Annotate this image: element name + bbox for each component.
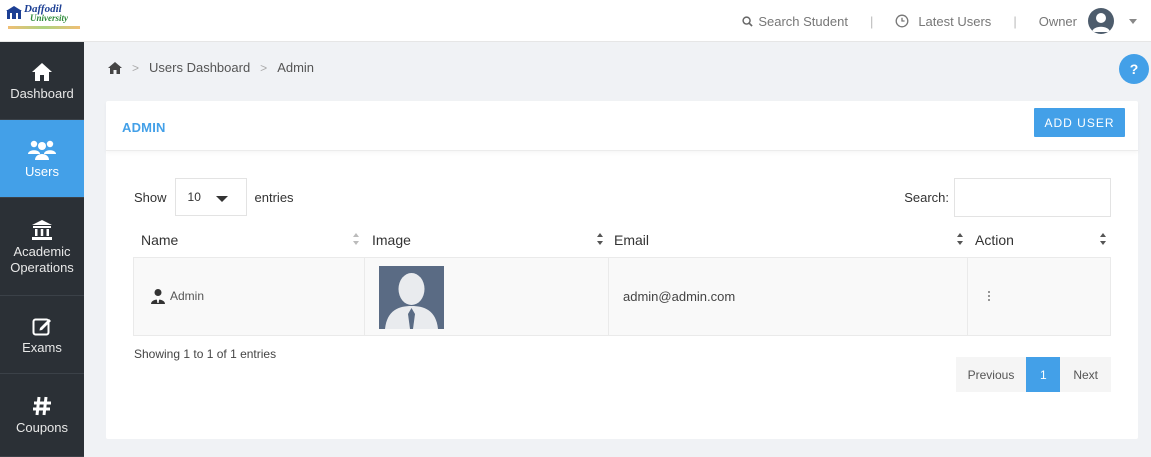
breadcrumb: > Users Dashboard > Admin	[108, 60, 314, 75]
column-header-label: Image	[372, 232, 411, 248]
sort-icon[interactable]	[596, 232, 604, 246]
search-icon	[742, 15, 753, 27]
logo-crest-icon	[6, 6, 22, 19]
sidebar-item-coupons[interactable]: Coupons	[0, 374, 84, 457]
sidebar-item-label: Dashboard	[10, 85, 74, 101]
avatar	[1088, 8, 1114, 34]
search-student-link[interactable]: Search Student	[742, 14, 848, 29]
chevron-right-icon: >	[132, 60, 140, 75]
sidebar-item-dashboard[interactable]: Dashboard	[0, 42, 84, 120]
caret-down-icon	[215, 196, 228, 202]
admin-card: ADMIN ADD USER Show 10 entries Search: N…	[106, 101, 1138, 439]
user-menu[interactable]: Owner	[1039, 8, 1137, 34]
page-button-1[interactable]: 1	[1026, 357, 1061, 392]
latest-users-link[interactable]: Latest Users	[895, 14, 991, 29]
sidebar-item-academic-operations[interactable]: Academic Operations	[0, 198, 84, 296]
column-header-action[interactable]: Action	[975, 223, 1014, 257]
search-label: Search:	[904, 190, 949, 205]
user-avatar-icon	[1092, 13, 1110, 32]
top-actions: Search Student | Latest Users | Owner	[742, 0, 1137, 42]
sidebar-item-users[interactable]: Users	[0, 120, 84, 198]
logo-tagline	[8, 26, 80, 29]
institution-icon	[31, 218, 53, 242]
sidebar-item-label: Exams	[22, 339, 62, 355]
cell-name: Admin	[150, 288, 204, 304]
sidebar-item-exams[interactable]: Exams	[0, 296, 84, 374]
action-menu-icon[interactable]	[984, 286, 994, 306]
user-photo	[379, 266, 444, 329]
clock-icon	[895, 14, 909, 28]
column-header-label: Action	[975, 232, 1014, 248]
user-name: Owner	[1038, 13, 1077, 29]
entries-value: 10	[187, 190, 201, 204]
hashtag-icon	[31, 394, 53, 418]
table-row: Admin admin@admin.com	[133, 257, 1111, 336]
separator: |	[869, 13, 874, 29]
add-user-button[interactable]: ADD USER	[1034, 108, 1125, 137]
column-header-label: Name	[141, 232, 179, 248]
edit-icon	[32, 314, 52, 338]
user-tie-icon	[151, 289, 165, 304]
sort-icon[interactable]	[956, 232, 964, 246]
sort-icon[interactable]	[352, 232, 360, 246]
separator: |	[1013, 13, 1017, 29]
table-info: Showing 1 to 1 of 1 entries	[134, 347, 277, 361]
home-icon[interactable]	[108, 61, 122, 74]
help-button[interactable]: ?	[1119, 54, 1149, 84]
cell-divider	[608, 258, 609, 335]
latest-users-label: Latest Users	[918, 13, 992, 29]
sidebar-item-label-line2: Operations	[10, 259, 74, 275]
entries-label: entries	[254, 189, 294, 205]
breadcrumb-admin: Admin	[277, 60, 315, 75]
chevron-down-icon	[1129, 18, 1137, 24]
cell-divider	[967, 258, 968, 335]
avatar-placeholder-icon	[385, 273, 438, 329]
column-header-label: Email	[614, 232, 650, 248]
entries-control: Show 10 entries	[134, 178, 294, 216]
top-bar: Daffodil University Search Student | Lat…	[0, 0, 1151, 42]
cell-email: admin@admin.com	[623, 289, 736, 304]
users-icon	[27, 138, 57, 162]
sidebar-item-label: Users	[25, 163, 59, 179]
next-button[interactable]: Next	[1060, 357, 1111, 392]
column-header-name[interactable]: Name	[141, 223, 178, 257]
chevron-right-icon: >	[260, 60, 268, 75]
logo-subtitle: University	[30, 13, 68, 23]
entries-select[interactable]: 10	[174, 178, 247, 216]
show-label: Show	[134, 189, 167, 205]
page-title: ADMIN	[122, 120, 166, 135]
sidebar: Dashboard Users Academic Operations Exam…	[0, 42, 84, 457]
search-input[interactable]	[954, 178, 1111, 217]
sidebar-item-label-line1: Academic	[13, 243, 71, 259]
column-header-email[interactable]: Email	[614, 223, 649, 257]
column-header-image[interactable]: Image	[372, 223, 411, 257]
sidebar-item-label: Coupons	[15, 420, 69, 435]
card-header: ADMIN ADD USER	[106, 101, 1138, 151]
home-icon	[31, 60, 53, 84]
breadcrumb-users-dashboard[interactable]: Users Dashboard	[149, 60, 250, 75]
previous-button[interactable]: Previous	[955, 357, 1027, 392]
table-search: Search:	[904, 178, 1111, 217]
cell-divider	[364, 258, 365, 335]
sort-icon[interactable]	[1099, 232, 1107, 246]
university-logo[interactable]: Daffodil University	[4, 4, 84, 38]
pagination: Previous 1 Next	[955, 357, 1111, 392]
search-student-label: Search Student	[758, 13, 848, 29]
cell-name-text: Admin	[170, 289, 205, 303]
